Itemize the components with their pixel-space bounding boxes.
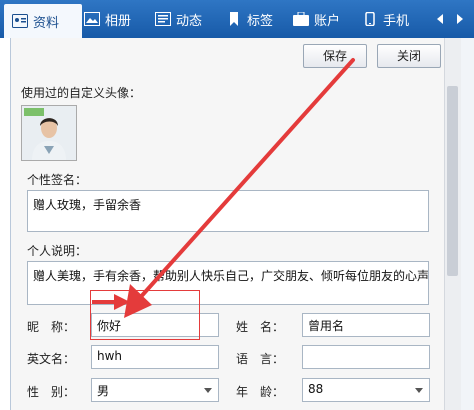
annotation-arrow-long [136,58,355,302]
annotation-arrows [92,58,355,318]
